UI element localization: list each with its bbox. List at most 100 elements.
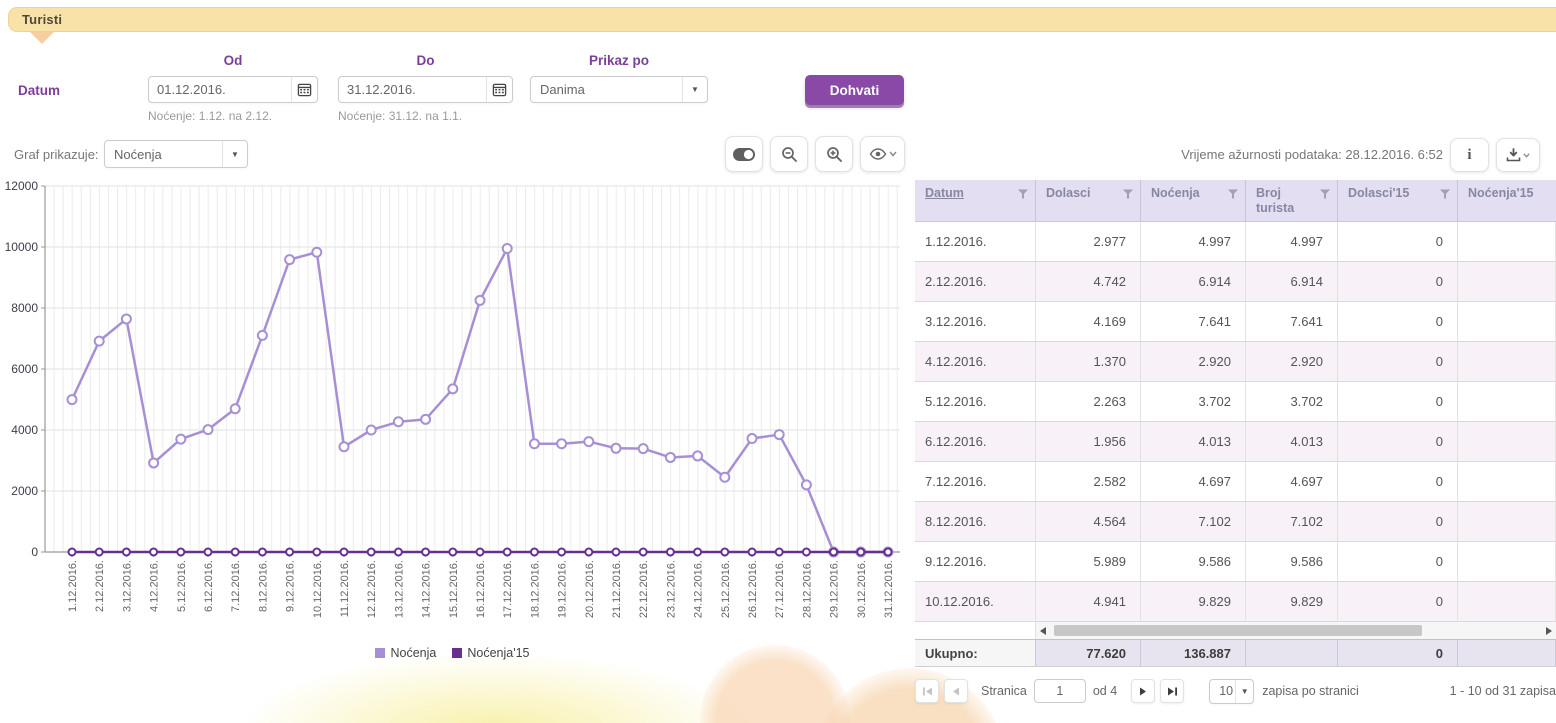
date-from-input[interactable]: [149, 82, 291, 97]
download-icon: [1506, 148, 1521, 162]
table-row: 10.12.2016.4.9419.8299.8290: [915, 582, 1556, 622]
cell-value: 0: [1338, 302, 1458, 341]
cell-value: 2.920: [1141, 342, 1246, 381]
decor-yellow-blob: [235, 652, 755, 723]
filter-icon[interactable]: [1123, 189, 1133, 199]
graf-prikazuje-select[interactable]: Noćenja ▼: [104, 140, 248, 168]
filter-icon[interactable]: [1228, 189, 1238, 199]
cell-value: 1.956: [1036, 422, 1141, 461]
table-row: 3.12.2016.4.1697.6417.6410: [915, 302, 1556, 342]
cell-value: [1458, 462, 1556, 501]
topbar[interactable]: Turisti: [8, 7, 1556, 32]
column-header-4[interactable]: Broj turista: [1246, 180, 1338, 221]
scroll-right-icon[interactable]: [1542, 622, 1556, 639]
calendar-icon[interactable]: [486, 77, 512, 102]
dohvati-button[interactable]: Dohvati: [805, 75, 904, 105]
svg-text:2000: 2000: [11, 484, 38, 498]
date-to-field: [338, 76, 513, 103]
column-header-5[interactable]: Dolasci'15: [1338, 180, 1458, 221]
od-label: Od: [148, 53, 318, 68]
cell-value: 4.697: [1246, 462, 1338, 501]
table-row: 4.12.2016.1.3702.9202.9200: [915, 342, 1556, 382]
eye-icon: [869, 148, 887, 160]
cell-datum: 3.12.2016.: [915, 302, 1036, 341]
cell-value: 4.013: [1246, 422, 1338, 461]
table-row: 9.12.2016.5.9899.5869.5860: [915, 542, 1556, 582]
cell-value: [1458, 222, 1556, 261]
svg-text:28.12.2016.: 28.12.2016.: [801, 560, 813, 618]
cell-value: 6.914: [1141, 262, 1246, 301]
table-body: 1.12.2016.2.9774.9974.99702.12.2016.4.74…: [915, 222, 1556, 622]
svg-text:8000: 8000: [11, 301, 38, 315]
column-header-1[interactable]: Datum: [915, 180, 1036, 221]
cell-datum: 6.12.2016.: [915, 422, 1036, 461]
cell-value: [1458, 422, 1556, 461]
chart-toggle-button[interactable]: [725, 136, 763, 172]
cell-value: 9.586: [1246, 542, 1338, 581]
filter-icon[interactable]: [1320, 189, 1330, 199]
scroll-left-icon[interactable]: [1036, 622, 1050, 639]
page-size-select[interactable]: 10 ▼: [1209, 679, 1254, 704]
cell-value: 0: [1338, 542, 1458, 581]
pager: Stranica od 4 10 ▼ zapisa po stranici 1 …: [915, 678, 1556, 704]
svg-text:4000: 4000: [11, 423, 38, 437]
column-header-6[interactable]: Noćenja'15: [1458, 180, 1556, 221]
series-visibility-button[interactable]: [860, 136, 905, 172]
legend-item[interactable]: Noćenja'15: [452, 646, 529, 660]
zoom-out-button[interactable]: [770, 136, 808, 172]
prev-page-button[interactable]: [944, 679, 968, 703]
totals-value: 0: [1338, 640, 1458, 666]
cell-value: 3.702: [1141, 382, 1246, 421]
cell-value: 4.941: [1036, 582, 1141, 621]
date-to-input[interactable]: [339, 82, 486, 97]
cell-value: [1458, 262, 1556, 301]
zoom-in-button[interactable]: [815, 136, 853, 172]
table-row: 5.12.2016.2.2633.7023.7020: [915, 382, 1556, 422]
cell-value: 2.977: [1036, 222, 1141, 261]
svg-text:27.12.2016.: 27.12.2016.: [774, 560, 786, 618]
cell-datum: 10.12.2016.: [915, 582, 1036, 621]
scrollbar-thumb[interactable]: [1054, 625, 1422, 636]
record-range-label: 1 - 10 od 31 zapisa: [1450, 684, 1556, 698]
graf-prikazuje-label: Graf prikazuje:: [14, 147, 99, 162]
scrollbar-left-gap: [915, 622, 1036, 639]
prikaz-po-select[interactable]: Danima ▼: [530, 76, 708, 103]
chevron-down-icon: ▼: [222, 141, 247, 167]
cell-value: 9.829: [1141, 582, 1246, 621]
cell-value: 7.641: [1246, 302, 1338, 341]
cell-value: 7.641: [1141, 302, 1246, 341]
prikaz-po-label: Prikaz po: [530, 53, 708, 68]
table-totals-row: Ukupno:77.620136.8870: [915, 639, 1556, 667]
horizontal-scrollbar[interactable]: [1036, 622, 1556, 639]
cell-value: 0: [1338, 462, 1458, 501]
column-header-2[interactable]: Dolasci: [1036, 180, 1141, 221]
svg-text:23.12.2016.: 23.12.2016.: [665, 560, 677, 618]
scrollbar-track[interactable]: [1050, 622, 1542, 639]
legend-swatch: [452, 648, 462, 658]
column-header-3[interactable]: Noćenja: [1141, 180, 1246, 221]
next-page-button[interactable]: [1131, 679, 1155, 703]
page-count-label: od 4: [1093, 684, 1117, 698]
cell-value: 0: [1338, 382, 1458, 421]
filter-icon[interactable]: [1018, 189, 1028, 199]
cell-value: 0: [1338, 502, 1458, 541]
page-number-input[interactable]: [1034, 679, 1086, 703]
last-page-button[interactable]: [1160, 679, 1184, 703]
info-icon: i: [1467, 147, 1471, 164]
first-page-button[interactable]: [915, 679, 939, 703]
svg-text:10000: 10000: [5, 240, 39, 254]
page-size-value: 10: [1210, 684, 1235, 698]
legend-item[interactable]: Noćenja: [375, 646, 436, 660]
cell-value: 2.920: [1246, 342, 1338, 381]
svg-text:0: 0: [31, 545, 38, 559]
filter-icon[interactable]: [1440, 189, 1450, 199]
nocenja-line-chart: 0200040006000800010000120001.12.2016.2.1…: [0, 180, 910, 652]
download-button[interactable]: [1496, 138, 1540, 172]
cell-datum: 2.12.2016.: [915, 262, 1036, 301]
cell-value: 0: [1338, 262, 1458, 301]
cell-datum: 5.12.2016.: [915, 382, 1036, 421]
data-updated-text: Vrijeme ažurnosti podataka: 28.12.2016. …: [1000, 147, 1443, 162]
calendar-icon[interactable]: [291, 77, 317, 102]
info-button[interactable]: i: [1450, 138, 1489, 172]
totals-value: [1246, 640, 1338, 666]
